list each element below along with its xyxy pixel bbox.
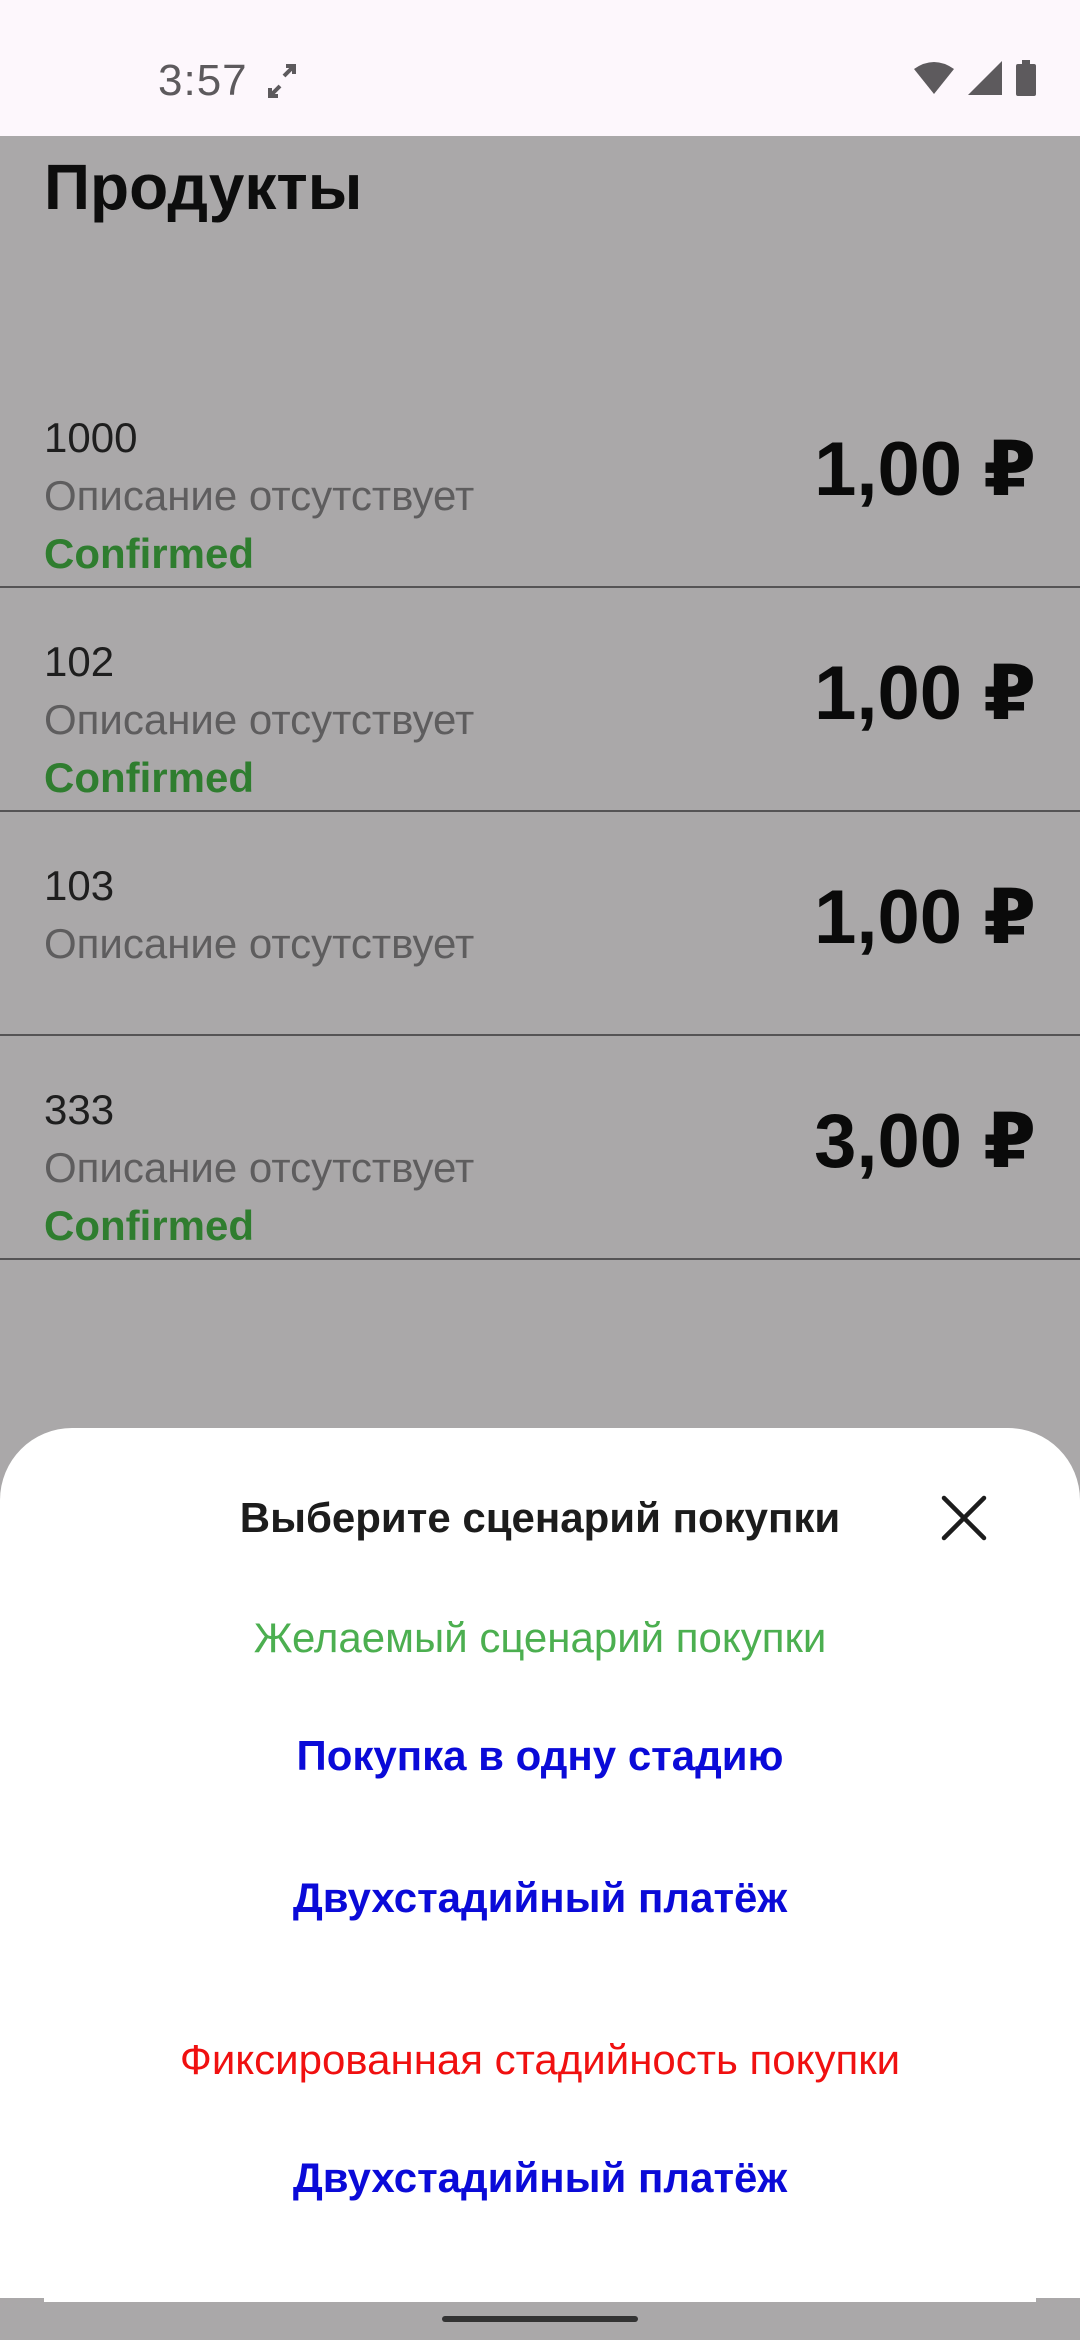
product-description: Описание отсутствует (44, 696, 475, 743)
product-name: 102 (44, 638, 115, 685)
purchase-scenario-sheet: Выберите сценарий покупки Желаемый сцена… (0, 1428, 1080, 2298)
product-status: Confirmed (44, 754, 254, 801)
two-stage-payment-button[interactable]: Двухстадийный платёж (0, 1874, 1080, 1922)
product-status: Confirmed (44, 530, 254, 577)
home-indicator[interactable] (442, 2316, 638, 2322)
fixed-stage-label: Фиксированная стадийность покупки (179, 2036, 901, 2083)
fixed-two-stage-payment-button[interactable]: Двухстадийный платёж (0, 2154, 1080, 2202)
battery-icon (1016, 60, 1036, 96)
product-price: 1,00 ₽ (814, 875, 1036, 960)
status-icons (914, 60, 1036, 96)
status-bar: 3:57 (0, 0, 1080, 136)
product-price: 1,00 ₽ (814, 651, 1036, 736)
product-name: 103 (44, 862, 115, 909)
wifi-icon (914, 62, 954, 94)
close-icon[interactable] (936, 1490, 992, 1546)
product-row[interactable]: 1000 Описание отсутствует Confirmed 1,00… (0, 276, 1080, 588)
cell-signal-icon (968, 61, 1002, 95)
sheet-title: Выберите сценарий покупки (239, 1494, 841, 1541)
product-row[interactable]: 333 Описание отсутствует Confirmed 3,00 … (0, 1036, 1080, 1260)
product-row[interactable]: 103 Описание отсутствует 1,00 ₽ (0, 812, 1080, 1036)
sync-icon (268, 64, 296, 98)
status-time: 3:57 (158, 56, 248, 105)
product-price: 1,00 ₽ (814, 427, 1036, 512)
desired-scenario-label: Желаемый сценарий покупки (253, 1614, 827, 1661)
product-name: 1000 (44, 414, 138, 461)
page-title: Продукты (44, 151, 363, 223)
sheet-bottom-strip (44, 2298, 1036, 2302)
one-stage-purchase-button[interactable]: Покупка в одну стадию (0, 1732, 1080, 1780)
product-price: 3,00 ₽ (814, 1099, 1036, 1184)
product-description: Описание отсутствует (44, 920, 475, 967)
product-status: Confirmed (44, 1202, 254, 1249)
product-name: 333 (44, 1086, 115, 1133)
product-description: Описание отсутствует (44, 1144, 475, 1191)
product-row[interactable]: 102 Описание отсутствует Confirmed 1,00 … (0, 588, 1080, 812)
product-description: Описание отсутствует (44, 472, 475, 519)
